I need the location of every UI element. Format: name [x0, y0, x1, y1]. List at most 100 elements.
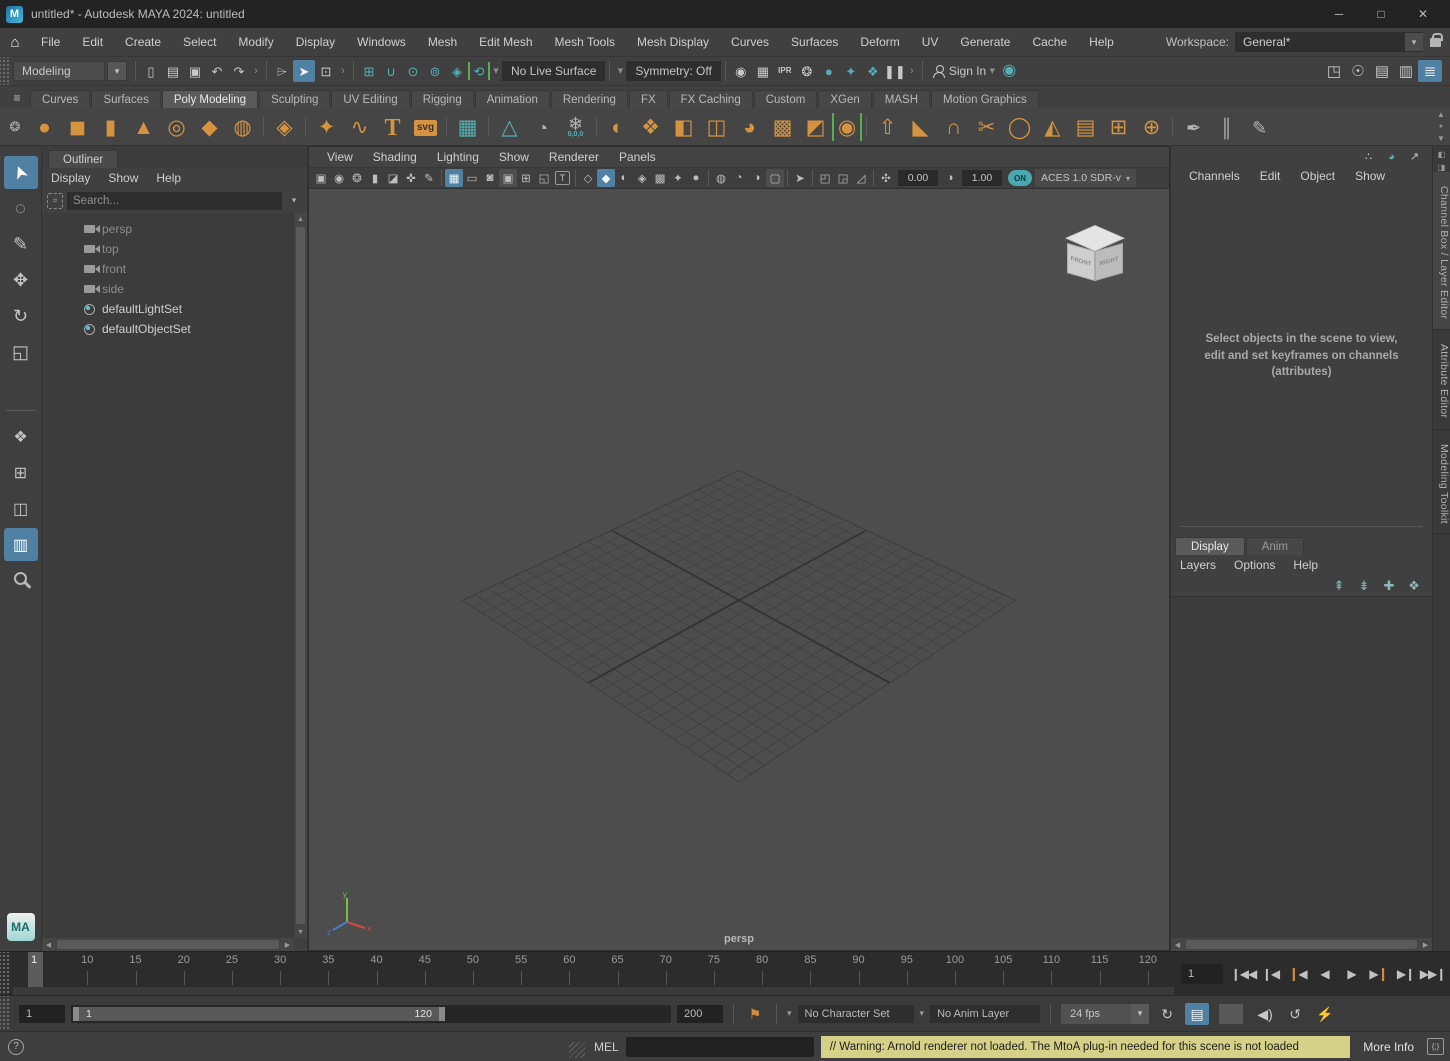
scrollbar-thumb[interactable] — [1186, 940, 1417, 949]
more-info-button[interactable]: More Info — [1357, 1040, 1420, 1054]
chevron-down-icon[interactable]: ▾ — [490, 60, 502, 82]
menu-item[interactable]: Create — [114, 28, 172, 56]
close-button[interactable]: ✕ — [1402, 1, 1444, 27]
minimize-button[interactable]: ─ — [1318, 1, 1360, 27]
camera-attributes-icon[interactable]: ❂ — [348, 169, 366, 187]
poly-cube-icon[interactable]: ◼ — [61, 110, 94, 144]
channel-box-menu-item[interactable]: Edit — [1250, 165, 1291, 186]
poly-type-icon[interactable]: T — [376, 110, 409, 144]
current-frame-field[interactable]: 1 — [1181, 964, 1223, 984]
snap-to-point-icon[interactable]: ⊙ — [402, 60, 424, 82]
playblast-icon[interactable]: ▤ — [1185, 1003, 1209, 1025]
contrast-icon[interactable]: ◑ — [941, 169, 959, 187]
view-cube[interactable]: FRONT RIGHT — [1067, 219, 1139, 291]
evaluation-mode-icon[interactable]: ⚡ — [1313, 1003, 1337, 1025]
save-scene-icon[interactable]: ▣ — [184, 60, 206, 82]
textured-mode-icon[interactable]: ◐ — [615, 169, 633, 187]
viewport-menu-item[interactable]: Lighting — [427, 147, 489, 167]
scroll-up-icon[interactable]: ▲ — [1437, 110, 1445, 119]
shelf-tab[interactable]: Custom — [754, 90, 818, 108]
chevron-down-icon[interactable]: ▾ — [286, 195, 302, 206]
custom-pivot-icon[interactable]: ⟲ — [468, 62, 490, 80]
shelf-menu-icon[interactable]: ≡ — [4, 91, 30, 108]
scroll-right-icon[interactable]: ▶ — [281, 941, 294, 949]
four-pane-layout-button[interactable]: ⊞ — [4, 456, 38, 489]
color-management-toggle[interactable]: ON — [1008, 170, 1032, 186]
scrollbar-thumb[interactable] — [57, 940, 279, 949]
safe-action-icon[interactable]: ◱ — [535, 169, 553, 187]
menu-item[interactable]: File — [30, 28, 71, 56]
viewport-menu-item[interactable]: View — [317, 147, 363, 167]
scroll-up-icon[interactable]: ▲ — [297, 213, 304, 225]
paint-select-tool[interactable]: ✎ — [4, 228, 38, 261]
lasso-select-tool[interactable]: ◌ — [4, 192, 38, 225]
help-icon[interactable]: ? — [8, 1039, 24, 1055]
move-tool[interactable]: ✥ — [4, 264, 38, 297]
rotate-tool[interactable]: ↻ — [4, 300, 38, 333]
home-icon[interactable]: ⌂ — [0, 34, 30, 51]
ipr-render-icon[interactable]: IPR — [774, 60, 796, 82]
range-slider[interactable]: 1 120 — [71, 1005, 671, 1023]
pan-zoom-icon[interactable]: ✜ — [402, 169, 420, 187]
side-tab-attribute-editor[interactable]: Attribute Editor — [1433, 330, 1450, 429]
lock-icon[interactable] — [1430, 38, 1441, 47]
spherize-icon[interactable]: ⊕ — [1135, 110, 1168, 144]
outliner-item-front[interactable]: front — [42, 259, 307, 279]
outliner-search-input[interactable] — [67, 192, 282, 210]
shelf-tab[interactable]: Motion Graphics — [931, 90, 1039, 108]
step-back-key-button[interactable]: ❙◀ — [1284, 959, 1311, 989]
drag-grip[interactable] — [0, 952, 11, 995]
poly-cone-icon[interactable]: ▲ — [127, 110, 160, 144]
poly-disc-icon[interactable]: ◍ — [226, 110, 259, 144]
mirror-icon[interactable]: ◫ — [700, 110, 733, 144]
snap-to-curve-icon[interactable]: ∪ — [380, 60, 402, 82]
xray-joints-icon[interactable]: ◲ — [834, 169, 852, 187]
fps-select[interactable]: 24 fps ▾ — [1061, 1004, 1149, 1024]
chevron-down-icon[interactable]: ▾ — [614, 60, 626, 82]
shelf-tab[interactable]: Rigging — [411, 90, 474, 108]
character-controls-icon[interactable]: ☉ — [1346, 60, 1370, 82]
scroll-down-icon[interactable]: ▼ — [1437, 134, 1445, 143]
create-layer-from-selected-icon[interactable]: ❖ — [1406, 577, 1422, 593]
menu-item[interactable]: Windows — [346, 28, 417, 56]
gamma-field[interactable]: 1.00 — [962, 170, 1002, 186]
channel-speed-icon[interactable]: ◕ — [1384, 150, 1399, 165]
field-chart-icon[interactable]: ⊞ — [517, 169, 535, 187]
symmetry-field[interactable]: Symmetry: Off — [626, 61, 720, 81]
wireframe-mode-icon[interactable]: ◇ — [579, 169, 597, 187]
open-scene-icon[interactable]: ▤ — [162, 60, 184, 82]
channel-box-menu-item[interactable]: Channels — [1179, 165, 1250, 186]
shelf-tab[interactable]: Curves — [30, 90, 90, 108]
render-settings-icon[interactable]: ❂ — [796, 60, 818, 82]
outliner-menu-item[interactable]: Show — [99, 168, 147, 188]
checker-texture-icon[interactable]: ▩ — [651, 169, 669, 187]
lattice-icon[interactable]: ⊞ — [1102, 110, 1135, 144]
move-layer-up-icon[interactable]: ⇞ — [1331, 577, 1347, 593]
maya-badge[interactable]: MA — [7, 913, 35, 941]
light-editor-icon[interactable]: ✦ — [840, 60, 862, 82]
menu-item[interactable]: Edit — [71, 28, 114, 56]
isolate-select-icon[interactable]: ➤ — [791, 169, 809, 187]
time-sync-icon[interactable]: ↺ — [1283, 1003, 1307, 1025]
select-tool[interactable]: ➤ — [4, 156, 38, 189]
menu-item[interactable]: Modify — [227, 28, 284, 56]
menu-item[interactable]: Generate — [949, 28, 1021, 56]
super-ellipse-icon[interactable]: ✦ — [310, 110, 343, 144]
two-pane-layout-button[interactable]: ◫ — [4, 492, 38, 525]
lights-toggle-icon[interactable]: ✦ — [669, 169, 687, 187]
shelf-tab[interactable]: MASH — [873, 90, 930, 108]
play-forward-button[interactable]: ▶ — [1338, 959, 1365, 989]
shelf-tab[interactable]: Animation — [475, 90, 550, 108]
single-pane-layout-button[interactable]: ❖ — [4, 420, 38, 453]
boolean-icon[interactable]: ◐ — [601, 110, 634, 144]
magnifier-icon[interactable] — [14, 572, 27, 585]
viewport-menu-item[interactable]: Renderer — [539, 147, 609, 167]
bookmark-icon[interactable]: ▮ — [366, 169, 384, 187]
viewport-menu-item[interactable]: Shading — [363, 147, 427, 167]
side-tab-modeling-toolkit[interactable]: Modeling Toolkit — [1433, 430, 1450, 535]
layer-editor-tab[interactable]: Anim — [1246, 537, 1304, 555]
lock-camera-icon[interactable]: ◉ — [330, 169, 348, 187]
shelf-tab[interactable]: FX Caching — [669, 90, 753, 108]
shadows-toggle-icon[interactable]: ● — [687, 169, 705, 187]
circularize-icon[interactable]: ◯ — [1003, 110, 1036, 144]
